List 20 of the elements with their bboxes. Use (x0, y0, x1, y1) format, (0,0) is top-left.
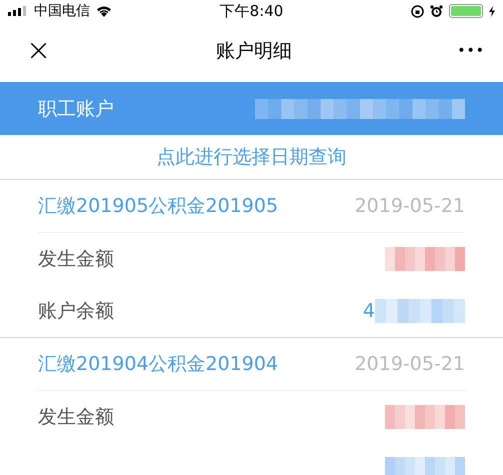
value-digit: 4 (362, 300, 375, 322)
battery-icon (449, 4, 483, 18)
entry-title: 汇缴201904公积金201904 (38, 352, 278, 377)
close-button[interactable]: × (26, 36, 52, 66)
row-label: 发生金额 (38, 405, 114, 430)
row-label: 发生金额 (38, 247, 114, 272)
entry-date: 2019-05-21 (354, 353, 465, 375)
signal-icon (8, 6, 28, 16)
row-label: 账户余额 (38, 299, 114, 324)
status-time: 下午8:40 (220, 2, 284, 20)
entry-title: 汇缴201905公积金201905 (38, 194, 278, 219)
entry-date: 2019-05-21 (354, 195, 465, 217)
carrier-name: 中国电信 (34, 2, 90, 20)
wifi-icon (96, 5, 112, 17)
more-button[interactable]: ••• (457, 43, 485, 59)
rotation-lock-icon (411, 4, 424, 18)
page-title: 账户明细 (216, 39, 292, 64)
alarm-icon (430, 4, 443, 18)
charging-icon (489, 6, 495, 16)
account-label: 职工账户 (38, 96, 114, 122)
